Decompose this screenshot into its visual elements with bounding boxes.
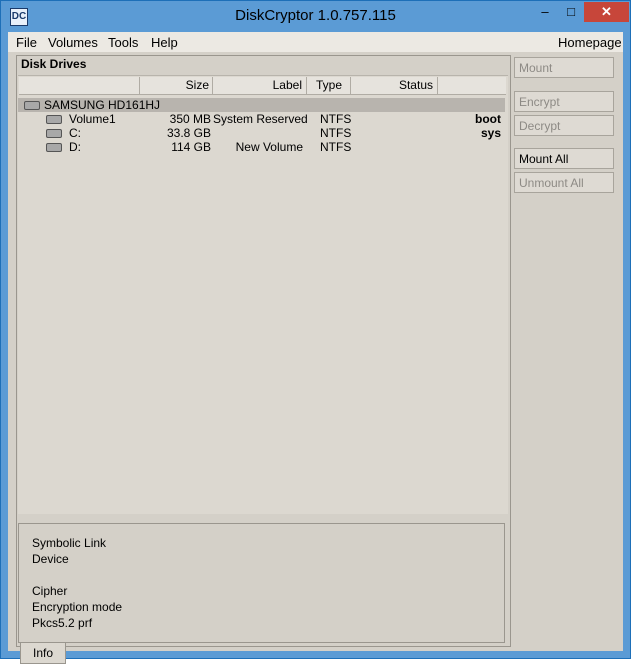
volume-icon [46, 143, 62, 152]
disk-drives-panel: Disk Drives Size Label Type Status SAMSU… [16, 55, 511, 664]
volume-name: Volume1 [69, 112, 116, 126]
menu-tools[interactable]: Tools [108, 35, 138, 50]
volume-icon [46, 115, 62, 124]
minimize-button[interactable]: – [532, 2, 558, 22]
info-panel: Symbolic Link Device Cipher Encryption m… [18, 523, 505, 643]
homepage-link[interactable]: Homepage [558, 35, 622, 50]
volume-label: New Volume [235, 140, 303, 154]
volume-row[interactable]: D: 114 GB New Volume NTFS [18, 140, 505, 154]
cipher-label: Cipher [32, 584, 68, 598]
column-header-size[interactable]: Size [140, 77, 213, 94]
column-header-name[interactable] [19, 77, 140, 94]
volume-type: NTFS [320, 140, 352, 154]
volume-type: NTFS [320, 126, 352, 140]
title-bar: DC DiskCryptor 1.0.757.115 – □ ✕ [1, 1, 630, 32]
volume-icon [46, 129, 62, 138]
decrypt-button[interactable]: Decrypt [514, 115, 614, 136]
encryption-mode-label: Encryption mode [32, 600, 123, 614]
actions-panel: Mount Encrypt Decrypt Mount All Unmount … [510, 55, 621, 645]
disk-name: SAMSUNG HD161HJ [44, 98, 161, 112]
close-button[interactable]: ✕ [584, 2, 629, 22]
menu-volumes[interactable]: Volumes [48, 35, 98, 50]
disk-list[interactable]: Size Label Type Status SAMSUNG HD161HJ V… [18, 75, 508, 514]
column-header-type[interactable]: Type [308, 77, 351, 94]
menu-bar: File Volumes Tools Help Homepage [8, 32, 623, 52]
column-header-label[interactable]: Label [214, 77, 307, 94]
mount-all-button[interactable]: Mount All [514, 148, 614, 169]
disk-row[interactable]: SAMSUNG HD161HJ [18, 98, 505, 112]
column-header: Size Label Type Status [19, 77, 506, 95]
volume-size: 350 MB [169, 112, 211, 126]
client-area: File Volumes Tools Help Homepage Disk Dr… [8, 32, 623, 664]
volume-name: D: [69, 140, 81, 154]
column-header-status[interactable]: Status [351, 77, 438, 94]
volume-flag: boot [475, 112, 501, 126]
app-window: DC DiskCryptor 1.0.757.115 – □ ✕ File Vo… [0, 0, 631, 664]
device-label: Device [32, 552, 69, 566]
volume-label: System Reserved [213, 112, 308, 126]
volume-row[interactable]: C: 33.8 GB NTFS sys [18, 126, 505, 140]
tab-info[interactable]: Info [20, 643, 66, 664]
unmount-all-button[interactable]: Unmount All [514, 172, 614, 193]
symbolic-link-label: Symbolic Link [32, 536, 107, 550]
prf-label: Pkcs5.2 prf [32, 616, 93, 630]
volume-type: NTFS [320, 112, 352, 126]
volume-size: 114 GB [171, 140, 211, 154]
volume-name: C: [69, 126, 81, 140]
volume-row[interactable]: Volume1 350 MB System Reserved NTFS boot [18, 112, 505, 126]
menu-file[interactable]: File [16, 35, 37, 50]
hard-disk-icon [24, 101, 40, 110]
encrypt-button[interactable]: Encrypt [514, 91, 614, 112]
disk-drives-title: Disk Drives [21, 57, 87, 71]
mount-button[interactable]: Mount [514, 57, 614, 78]
volume-flag: sys [480, 126, 501, 140]
volume-size: 33.8 GB [166, 126, 211, 140]
menu-help[interactable]: Help [151, 35, 178, 50]
maximize-button[interactable]: □ [558, 2, 584, 22]
